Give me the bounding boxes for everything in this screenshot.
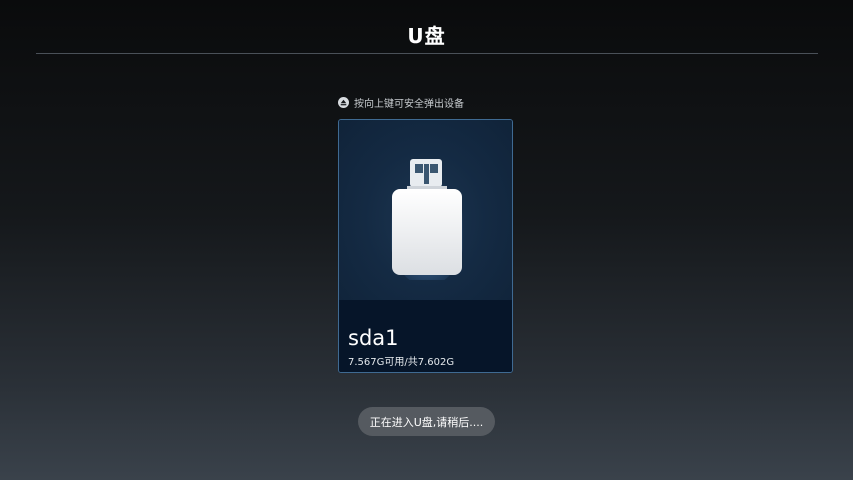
usb-drive-icon [391, 159, 463, 280]
usb-device-card[interactable]: sda1 7.567G可用/共7.602G [338, 119, 513, 373]
eject-hint: 按向上键可安全弹出设备 [338, 94, 464, 110]
eject-hint-text: 按向上键可安全弹出设备 [354, 98, 464, 110]
title-divider [36, 53, 818, 54]
device-capacity: 7.567G可用/共7.602G [348, 357, 455, 368]
loading-toast: 正在进入U盘,请稍后.... [358, 407, 495, 436]
device-name: sda1 [348, 326, 399, 350]
page-title: U盘 [407, 24, 446, 48]
eject-icon [338, 96, 349, 108]
